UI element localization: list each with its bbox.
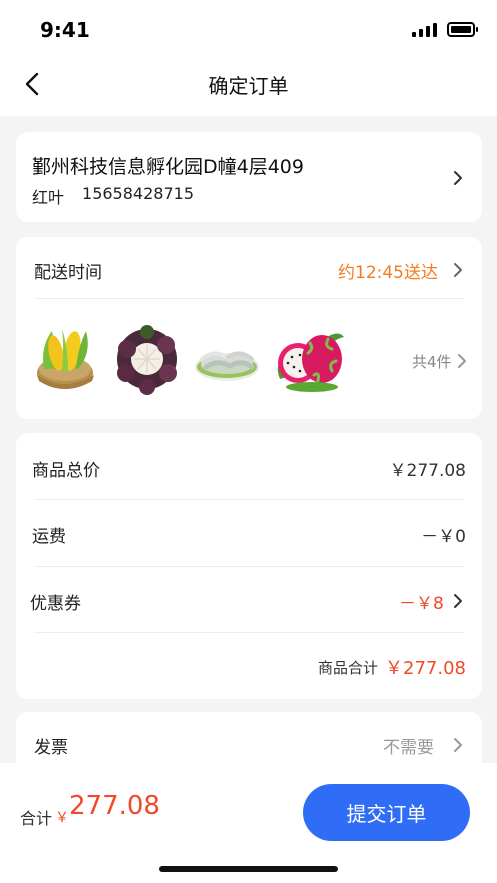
- delivery-time-label: 配送时间: [34, 263, 102, 283]
- corn-image: [34, 323, 100, 395]
- product-thumbnails[interactable]: [34, 323, 344, 395]
- page-title: 确定订单: [208, 74, 289, 98]
- signal-icon: [412, 22, 437, 37]
- total-label: 合计: [20, 809, 53, 828]
- invoice-value: 不需要: [383, 738, 434, 758]
- checkout-bar: 合计 ￥ 277.08 提交订单: [0, 763, 497, 883]
- dragonfruit-image: [274, 323, 344, 395]
- divider: [34, 499, 464, 500]
- address-card[interactable]: 鄞州科技信息孵化园D幢4层409 红叶 15658428715: [16, 132, 482, 222]
- battery-icon: [447, 22, 478, 37]
- invoice-label: 发票: [34, 738, 68, 758]
- mangosteen-image: [114, 323, 180, 395]
- address-contact: 红叶 15658428715: [32, 184, 194, 208]
- contact-phone: 15658428715: [82, 184, 194, 203]
- subtotal-value: ￥277.08: [389, 461, 466, 481]
- total-amount: 277.08: [69, 791, 160, 821]
- home-indicator: [159, 866, 338, 872]
- status-time: 9:41: [40, 18, 90, 42]
- divider: [34, 632, 464, 633]
- order-confirm-screen: 9:41 确定订单 鄞州科技信息孵化园D幢4层409 红叶 1565842871…: [0, 0, 497, 883]
- delivery-card: 配送时间 约12:45送达 共4件: [16, 237, 482, 419]
- status-icons: [412, 22, 478, 37]
- subtotal-label: 商品总价: [32, 461, 100, 481]
- chevron-right-icon: [453, 170, 467, 185]
- sum-label: 商品合计: [318, 659, 379, 677]
- divider: [34, 566, 464, 567]
- top-bar: 9:41 确定订单: [0, 0, 497, 116]
- chevron-right-icon: [457, 353, 471, 368]
- shipping-value: －￥0: [421, 527, 466, 547]
- total-currency: ￥: [55, 810, 69, 826]
- chevron-right-icon: [453, 593, 467, 608]
- submit-order-button[interactable]: 提交订单: [303, 784, 470, 841]
- contact-name: 红叶: [32, 188, 65, 207]
- coupon-value[interactable]: －￥8: [399, 589, 444, 614]
- item-count[interactable]: 共4件: [412, 351, 452, 372]
- shrimp-image: [194, 323, 260, 395]
- chevron-right-icon: [453, 262, 467, 277]
- shipping-label: 运费: [32, 527, 66, 547]
- price-card: 商品总价 ￥277.08 运费 －￥0 优惠券 －￥8 商品合计 ￥277.08: [16, 433, 482, 699]
- chevron-right-icon: [453, 737, 467, 752]
- sum-value: ￥277.08: [385, 658, 466, 679]
- divider: [34, 298, 464, 299]
- coupon-label: 优惠券: [30, 594, 81, 614]
- address-line: 鄞州科技信息孵化园D幢4层409: [32, 156, 304, 178]
- delivery-time-value[interactable]: 约12:45送达: [338, 258, 438, 283]
